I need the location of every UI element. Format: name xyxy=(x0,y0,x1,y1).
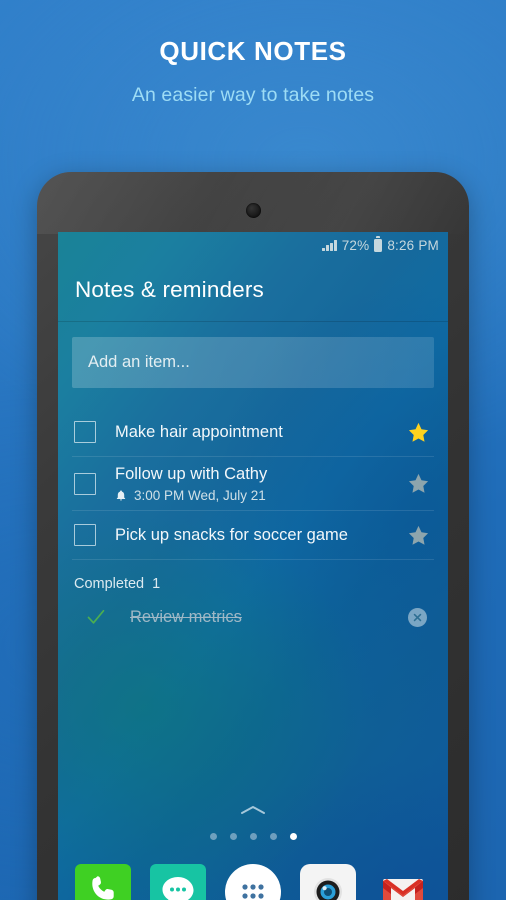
close-circle-icon[interactable] xyxy=(408,607,427,627)
promo-banner: QUICK NOTES An easier way to take notes xyxy=(0,34,506,110)
task-checkbox[interactable] xyxy=(74,524,96,546)
task-title: Pick up snacks for soccer game xyxy=(115,525,348,544)
dock-item-phone[interactable] xyxy=(75,864,131,900)
status-bar: 72% 8:26 PM xyxy=(58,232,448,258)
task-reminder-text: 3:00 PM Wed, July 21 xyxy=(134,488,266,503)
list-item[interactable]: Follow up with Cathy 3:00 PM Wed, July 2… xyxy=(72,457,434,511)
dock-item-gmail[interactable] xyxy=(375,864,431,900)
completed-label: Completed xyxy=(74,576,145,592)
page-dot[interactable] xyxy=(229,833,237,840)
page-indicator xyxy=(58,833,448,840)
task-checkbox[interactable] xyxy=(74,472,96,495)
signal-bars-icon xyxy=(322,239,337,251)
status-clock: 8:26 PM xyxy=(387,237,439,253)
star-icon[interactable] xyxy=(407,472,430,495)
front-camera-icon xyxy=(245,203,261,218)
app-header: Notes & reminders xyxy=(58,258,448,322)
task-list: Make hair appointment Follow up with Cat… xyxy=(58,408,448,635)
dock-item-messages[interactable] xyxy=(150,864,206,900)
completed-section-header: Completed 1 xyxy=(72,560,434,601)
page-dot[interactable] xyxy=(269,833,277,840)
phone-device-frame: 72% 8:26 PM Notes & reminders Add an ite… xyxy=(37,172,469,900)
page-subtitle: An easier way to take notes xyxy=(131,84,375,106)
task-checkbox[interactable] xyxy=(74,421,96,443)
bell-icon xyxy=(116,490,126,501)
dock-item-camera[interactable] xyxy=(300,864,356,900)
task-body: Make hair appointment xyxy=(96,422,407,443)
task-title: Make hair appointment xyxy=(115,422,283,441)
completed-task-title: Review metrics xyxy=(130,607,242,626)
task-title: Follow up with Cathy xyxy=(115,465,268,483)
gmail-icon xyxy=(383,879,423,900)
app-dock xyxy=(58,864,448,900)
task-reminder: 3:00 PM Wed, July 21 xyxy=(115,488,407,503)
list-item[interactable]: Pick up snacks for soccer game xyxy=(72,511,434,560)
battery-percent: 72% xyxy=(341,237,370,253)
task-body: Follow up with Cathy 3:00 PM Wed, July 2… xyxy=(96,464,407,503)
page-dot[interactable] xyxy=(249,833,257,840)
dock-item-app-drawer[interactable] xyxy=(225,864,281,900)
star-icon[interactable] xyxy=(407,524,430,547)
completed-count: 1 xyxy=(152,576,161,592)
add-item-input[interactable]: Add an item... xyxy=(72,337,434,388)
apps-grid-icon xyxy=(242,884,264,899)
phone-icon xyxy=(92,876,114,900)
add-item-placeholder: Add an item... xyxy=(88,353,190,371)
task-body: Pick up snacks for soccer game xyxy=(96,525,407,546)
page-dot-active[interactable] xyxy=(289,833,297,840)
list-item[interactable]: Make hair appointment xyxy=(72,408,434,457)
add-item-container: Add an item... xyxy=(58,337,448,388)
star-icon[interactable] xyxy=(407,421,430,444)
completed-list-item[interactable]: Review metrics xyxy=(72,601,434,635)
check-icon xyxy=(87,609,105,624)
message-bubble-icon xyxy=(162,877,194,900)
chevron-up-icon[interactable] xyxy=(240,805,266,815)
battery-icon xyxy=(374,236,383,252)
phone-screen: 72% 8:26 PM Notes & reminders Add an ite… xyxy=(58,232,448,900)
app-title: Notes & reminders xyxy=(75,276,264,302)
camera-lens-icon xyxy=(314,878,342,900)
page-dot[interactable] xyxy=(209,833,217,840)
page-title: QUICK NOTES xyxy=(159,36,347,66)
